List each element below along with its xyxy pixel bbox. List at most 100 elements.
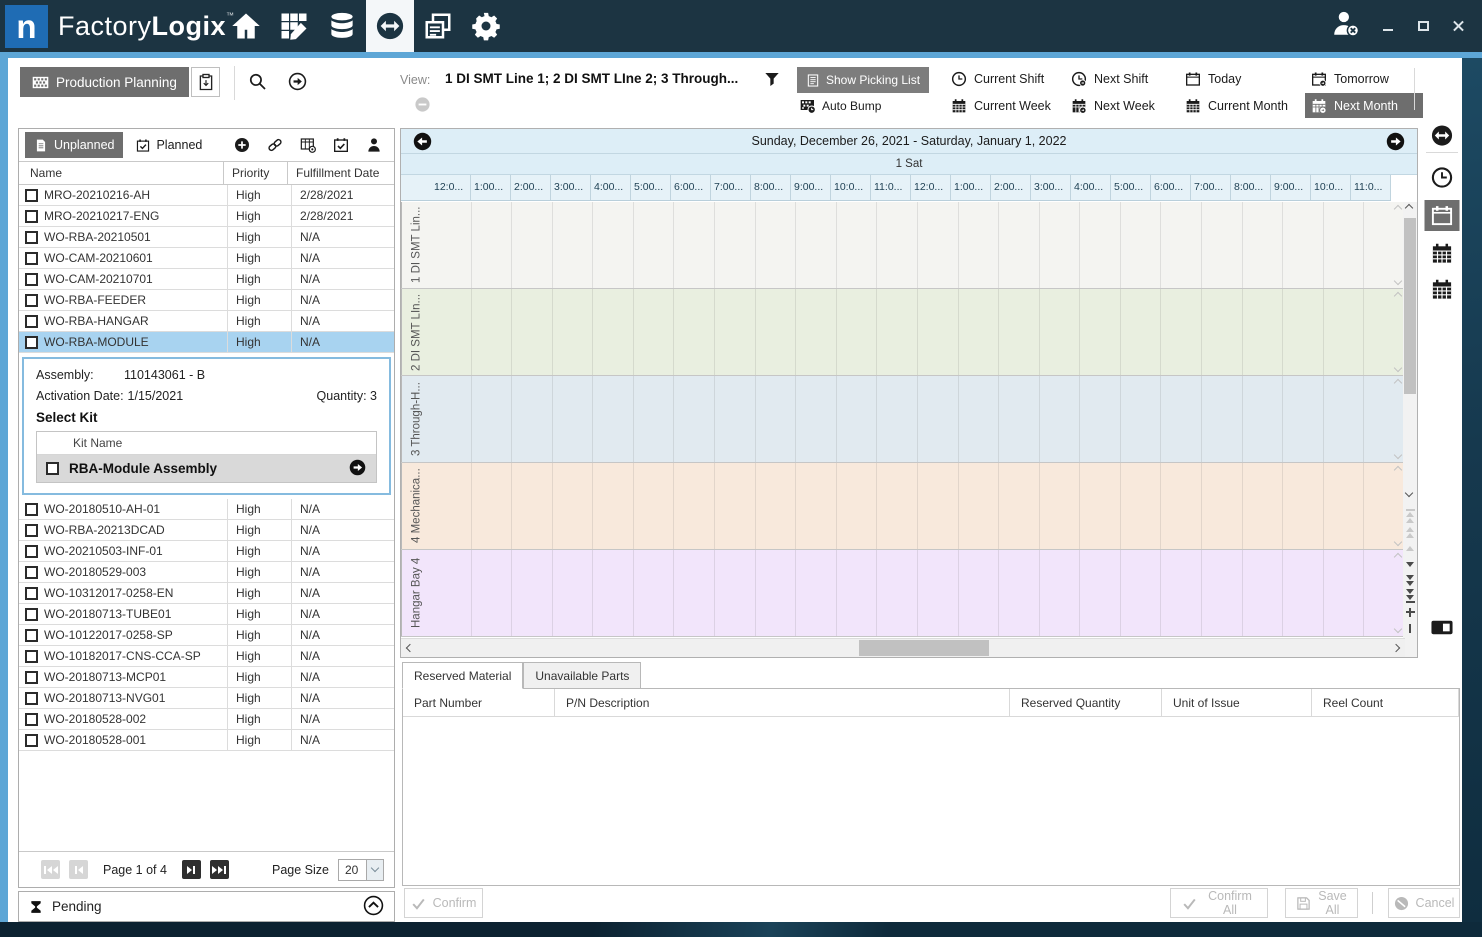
schedule-cell[interactable] (959, 550, 1000, 636)
pending-bar[interactable]: Pending (18, 891, 395, 922)
schedule-cell[interactable] (674, 463, 715, 549)
column-name[interactable]: Name (19, 166, 223, 180)
schedule-cell[interactable] (1324, 202, 1365, 288)
schedule-cell[interactable] (959, 463, 1000, 549)
schedule-cell[interactable] (593, 463, 634, 549)
schedule-cell[interactable] (634, 289, 675, 375)
schedule-cell[interactable] (512, 202, 553, 288)
schedule-cell[interactable] (837, 202, 878, 288)
page-down-button[interactable] (1403, 572, 1417, 588)
work-order-row[interactable]: WO-20180713-TUBE01HighN/A (19, 604, 394, 625)
schedule-cell[interactable] (1202, 202, 1243, 288)
column-header-reel-count[interactable]: Reel Count (1312, 689, 1459, 716)
schedule-cell[interactable] (431, 202, 472, 288)
schedule-cell[interactable] (756, 550, 797, 636)
schedule-cell[interactable] (553, 202, 594, 288)
next-month-button[interactable]: Next Month (1305, 93, 1423, 118)
work-order-row[interactable]: WO-RBA-FEEDERHighN/A (19, 290, 394, 311)
add-icon[interactable] (234, 137, 250, 153)
schedule-cell[interactable] (1283, 550, 1324, 636)
schedule-cell[interactable] (1080, 550, 1121, 636)
work-order-row[interactable]: WO-CAM-20210701HighN/A (19, 269, 394, 290)
schedule-cell[interactable] (1283, 202, 1324, 288)
schedule-cell[interactable] (959, 289, 1000, 375)
scroll-down-icon[interactable] (1405, 489, 1413, 497)
schedule-cell[interactable] (837, 463, 878, 549)
schedule-cell[interactable] (553, 289, 594, 375)
row-checkbox[interactable] (25, 315, 38, 328)
schedule-cell[interactable] (796, 202, 837, 288)
scroll-left-icon[interactable] (406, 644, 414, 652)
schedule-cell[interactable] (1040, 202, 1081, 288)
kit-row[interactable]: RBA-Module Assembly (37, 455, 376, 482)
schedule-cell[interactable] (1121, 289, 1162, 375)
schedule-cell[interactable] (756, 289, 797, 375)
nav-planning[interactable] (270, 0, 318, 52)
schedule-cell[interactable] (674, 376, 715, 462)
maximize-button[interactable] (1416, 19, 1431, 34)
row-checkbox[interactable] (25, 608, 38, 621)
work-order-row[interactable]: WO-20180713-NVG01HighN/A (19, 688, 394, 709)
schedule-cell[interactable] (431, 550, 472, 636)
row-checkbox[interactable] (25, 252, 38, 265)
schedule-cell[interactable] (634, 202, 675, 288)
week-view-icon[interactable] (1431, 242, 1454, 268)
schedule-cell[interactable] (634, 376, 675, 462)
schedule-cell[interactable] (877, 289, 918, 375)
schedule-cell[interactable] (837, 550, 878, 636)
tomorrow-button[interactable]: Tomorrow (1305, 66, 1423, 91)
last-page-button[interactable] (210, 860, 229, 879)
schedule-cell[interactable] (999, 550, 1040, 636)
row-checkbox[interactable] (25, 566, 38, 579)
row-checkbox[interactable] (25, 587, 38, 600)
schedule-cell[interactable] (512, 463, 553, 549)
schedule-cell[interactable] (593, 376, 634, 462)
column-header-reserved-quantity[interactable]: Reserved Quantity (1010, 689, 1162, 716)
today-button[interactable]: Today (1179, 66, 1303, 91)
work-order-row[interactable]: WO-CAM-20210601HighN/A (19, 248, 394, 269)
schedule-cell[interactable] (431, 289, 472, 375)
nav-reports[interactable] (414, 0, 462, 52)
schedule-cell[interactable] (1040, 550, 1081, 636)
schedule-cell[interactable] (512, 376, 553, 462)
schedule-icon[interactable] (333, 137, 349, 153)
row-scroll-up-icon[interactable] (1394, 379, 1402, 387)
schedule-cell[interactable] (1283, 289, 1324, 375)
user-logout-icon[interactable] (1331, 10, 1361, 43)
schedule-cell[interactable] (1161, 376, 1202, 462)
schedule-cell[interactable] (431, 376, 472, 462)
row-scroll-up-icon[interactable] (1394, 205, 1402, 213)
work-order-row[interactable]: WO-10122017-0258-SPHighN/A (19, 625, 394, 646)
column-header-unit-of-issue[interactable]: Unit of Issue (1162, 689, 1312, 716)
schedule-cell[interactable] (1161, 202, 1202, 288)
schedule-cell[interactable] (796, 376, 837, 462)
horizontal-scrollbar[interactable] (401, 638, 1405, 657)
view-selector[interactable]: 1 DI SMT Line 1; 2 DI SMT LIne 2; 3 Thro… (445, 71, 738, 86)
nav-home[interactable] (222, 0, 270, 52)
scroll-up-icon[interactable] (1405, 204, 1413, 212)
row-checkbox[interactable] (25, 210, 38, 223)
current-shift-button[interactable]: Current Shift (945, 66, 1063, 91)
work-order-row[interactable]: WO-20180529-003HighN/A (19, 562, 394, 583)
row-checkbox[interactable] (25, 503, 38, 516)
schedule-cell[interactable] (674, 289, 715, 375)
schedule-cell[interactable] (1121, 550, 1162, 636)
schedule-cell[interactable] (1324, 376, 1365, 462)
schedule-cell[interactable] (1324, 463, 1365, 549)
work-order-row[interactable]: MRO-20210216-AHHigh2/28/2021 (19, 185, 394, 206)
schedule-cell[interactable] (1161, 289, 1202, 375)
work-order-row[interactable]: WO-20180528-002HighN/A (19, 709, 394, 730)
work-order-row[interactable]: WO-10312017-0258-ENHighN/A (19, 583, 394, 604)
schedule-cell[interactable] (1243, 376, 1284, 462)
row-scroll-up-icon[interactable] (1394, 466, 1402, 474)
search-icon[interactable] (248, 72, 267, 94)
row-checkbox[interactable] (25, 231, 38, 244)
schedule-cell[interactable] (431, 463, 472, 549)
assign-person-icon[interactable] (366, 137, 382, 153)
schedule-cell[interactable] (1202, 463, 1243, 549)
previous-period-icon[interactable] (413, 132, 432, 151)
row-checkbox[interactable] (25, 189, 38, 202)
link-icon[interactable] (267, 137, 283, 153)
schedule-cell[interactable] (918, 376, 959, 462)
confirm-all-button[interactable]: Confirm All (1170, 888, 1268, 918)
